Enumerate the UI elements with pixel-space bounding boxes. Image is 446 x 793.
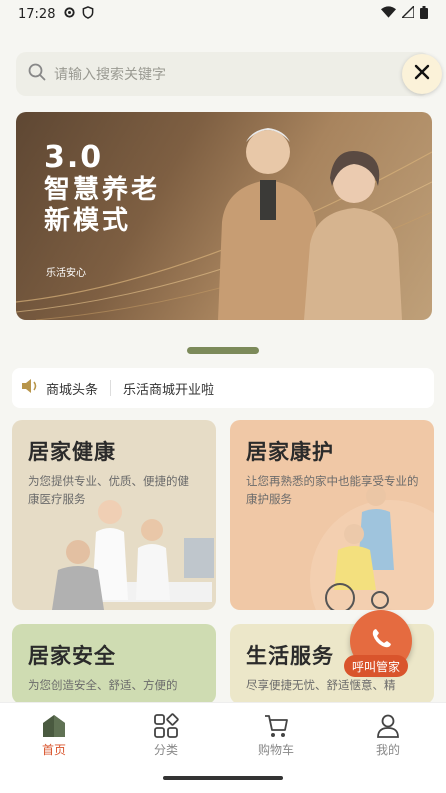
tab-category[interactable]: 分类	[126, 711, 206, 758]
card-title: 生活服务	[246, 644, 334, 668]
promo-banner[interactable]: 3.0 智慧养老 新模式 乐活安心	[16, 112, 432, 320]
speaker-icon	[20, 377, 40, 399]
tab-label: 我的	[375, 743, 400, 757]
signal-icon	[400, 4, 415, 22]
service-card-home-health[interactable]: 居家健康 为您提供专业、优质、便捷的健康医疗服务	[12, 420, 216, 610]
service-card-home-safety[interactable]: 居家安全 为您创造安全、舒适、方便的	[12, 624, 216, 704]
call-butler-label[interactable]: 呼叫管家	[344, 655, 409, 677]
tab-label: 分类	[153, 743, 178, 757]
banner-title: 3.0 智慧养老 新模式	[44, 140, 160, 237]
news-ticker[interactable]: 商城头条 乐活商城开业啦	[12, 368, 434, 408]
banner-title-line2: 智慧养老	[44, 175, 161, 206]
search-icon	[28, 63, 46, 85]
caregiver-illustration	[310, 486, 434, 610]
shield-icon	[82, 6, 94, 22]
tab-label: 首页	[41, 743, 66, 757]
search-input[interactable]: 请输入搜索关键字	[54, 64, 166, 84]
tab-home[interactable]: 首页	[14, 711, 94, 758]
card-title: 居家安全	[28, 644, 116, 668]
news-divider	[110, 380, 112, 396]
battery-icon	[420, 5, 428, 23]
news-headline[interactable]: 乐活商城开业啦	[123, 379, 214, 398]
home-icon	[14, 711, 94, 741]
gear-icon	[63, 6, 76, 22]
phone-icon	[368, 626, 394, 656]
banner-title-line3: 新模式	[44, 206, 132, 237]
card-description: 为您创造安全、舒适、方便的	[28, 678, 178, 692]
grid-icon	[126, 711, 206, 741]
banner-title-line1: 3.0	[44, 140, 104, 175]
tab-profile[interactable]: 我的	[348, 711, 428, 758]
service-card-home-care[interactable]: 居家康护 让您再熟悉的家中也能享受专业的康护服务	[230, 420, 434, 610]
doctors-illustration	[52, 500, 214, 610]
banner-subtitle: 乐活安心	[46, 268, 86, 279]
cart-icon	[236, 711, 316, 741]
carousel-indicator	[187, 347, 259, 354]
status-time: 17:28	[18, 6, 56, 22]
wifi-icon	[381, 6, 396, 22]
user-icon	[348, 711, 428, 741]
card-description: 尽享便捷无忧、舒适惬意、精	[246, 678, 396, 692]
status-bar: 17:28	[0, 0, 446, 28]
home-indicator	[163, 776, 283, 780]
news-label: 商城头条	[46, 382, 99, 398]
search-bar[interactable]: 请输入搜索关键字	[16, 52, 430, 96]
close-button[interactable]	[402, 54, 442, 94]
tab-cart[interactable]: 购物车	[236, 711, 316, 758]
close-icon	[414, 64, 430, 84]
tab-label: 购物车	[257, 743, 294, 757]
